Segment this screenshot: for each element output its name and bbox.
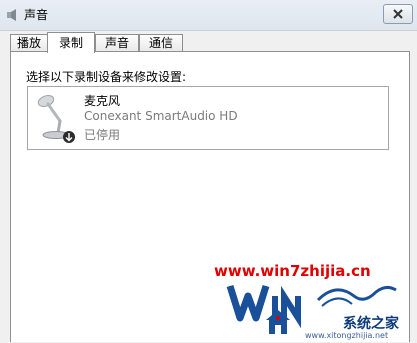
watermark-brand: 系统之家 bbox=[343, 316, 399, 332]
device-name: 麦克风 bbox=[84, 94, 121, 108]
tab-playback[interactable]: 播放 bbox=[10, 34, 48, 52]
title-bar: 声音 bbox=[0, 0, 417, 31]
tab-recording[interactable]: 录制 bbox=[47, 32, 95, 53]
window-title: 声音 bbox=[24, 8, 49, 22]
device-list[interactable]: 麦克风 Conexant SmartAudio HD 已停用 bbox=[27, 86, 389, 150]
speaker-icon bbox=[6, 8, 20, 22]
device-driver: Conexant SmartAudio HD bbox=[84, 109, 238, 123]
microphone-icon bbox=[34, 91, 78, 145]
instruction-text: 选择以下录制设备来修改设置: bbox=[26, 70, 187, 84]
device-status: 已停用 bbox=[84, 128, 121, 142]
close-icon bbox=[393, 9, 403, 19]
tab-sounds[interactable]: 声音 bbox=[95, 34, 139, 52]
close-button[interactable] bbox=[383, 4, 413, 24]
watermark-site: www.xitongzhijia.net bbox=[305, 331, 389, 340]
tab-communications[interactable]: 通信 bbox=[139, 34, 183, 52]
tab-strip: 播放 录制 声音 通信 bbox=[10, 32, 410, 53]
